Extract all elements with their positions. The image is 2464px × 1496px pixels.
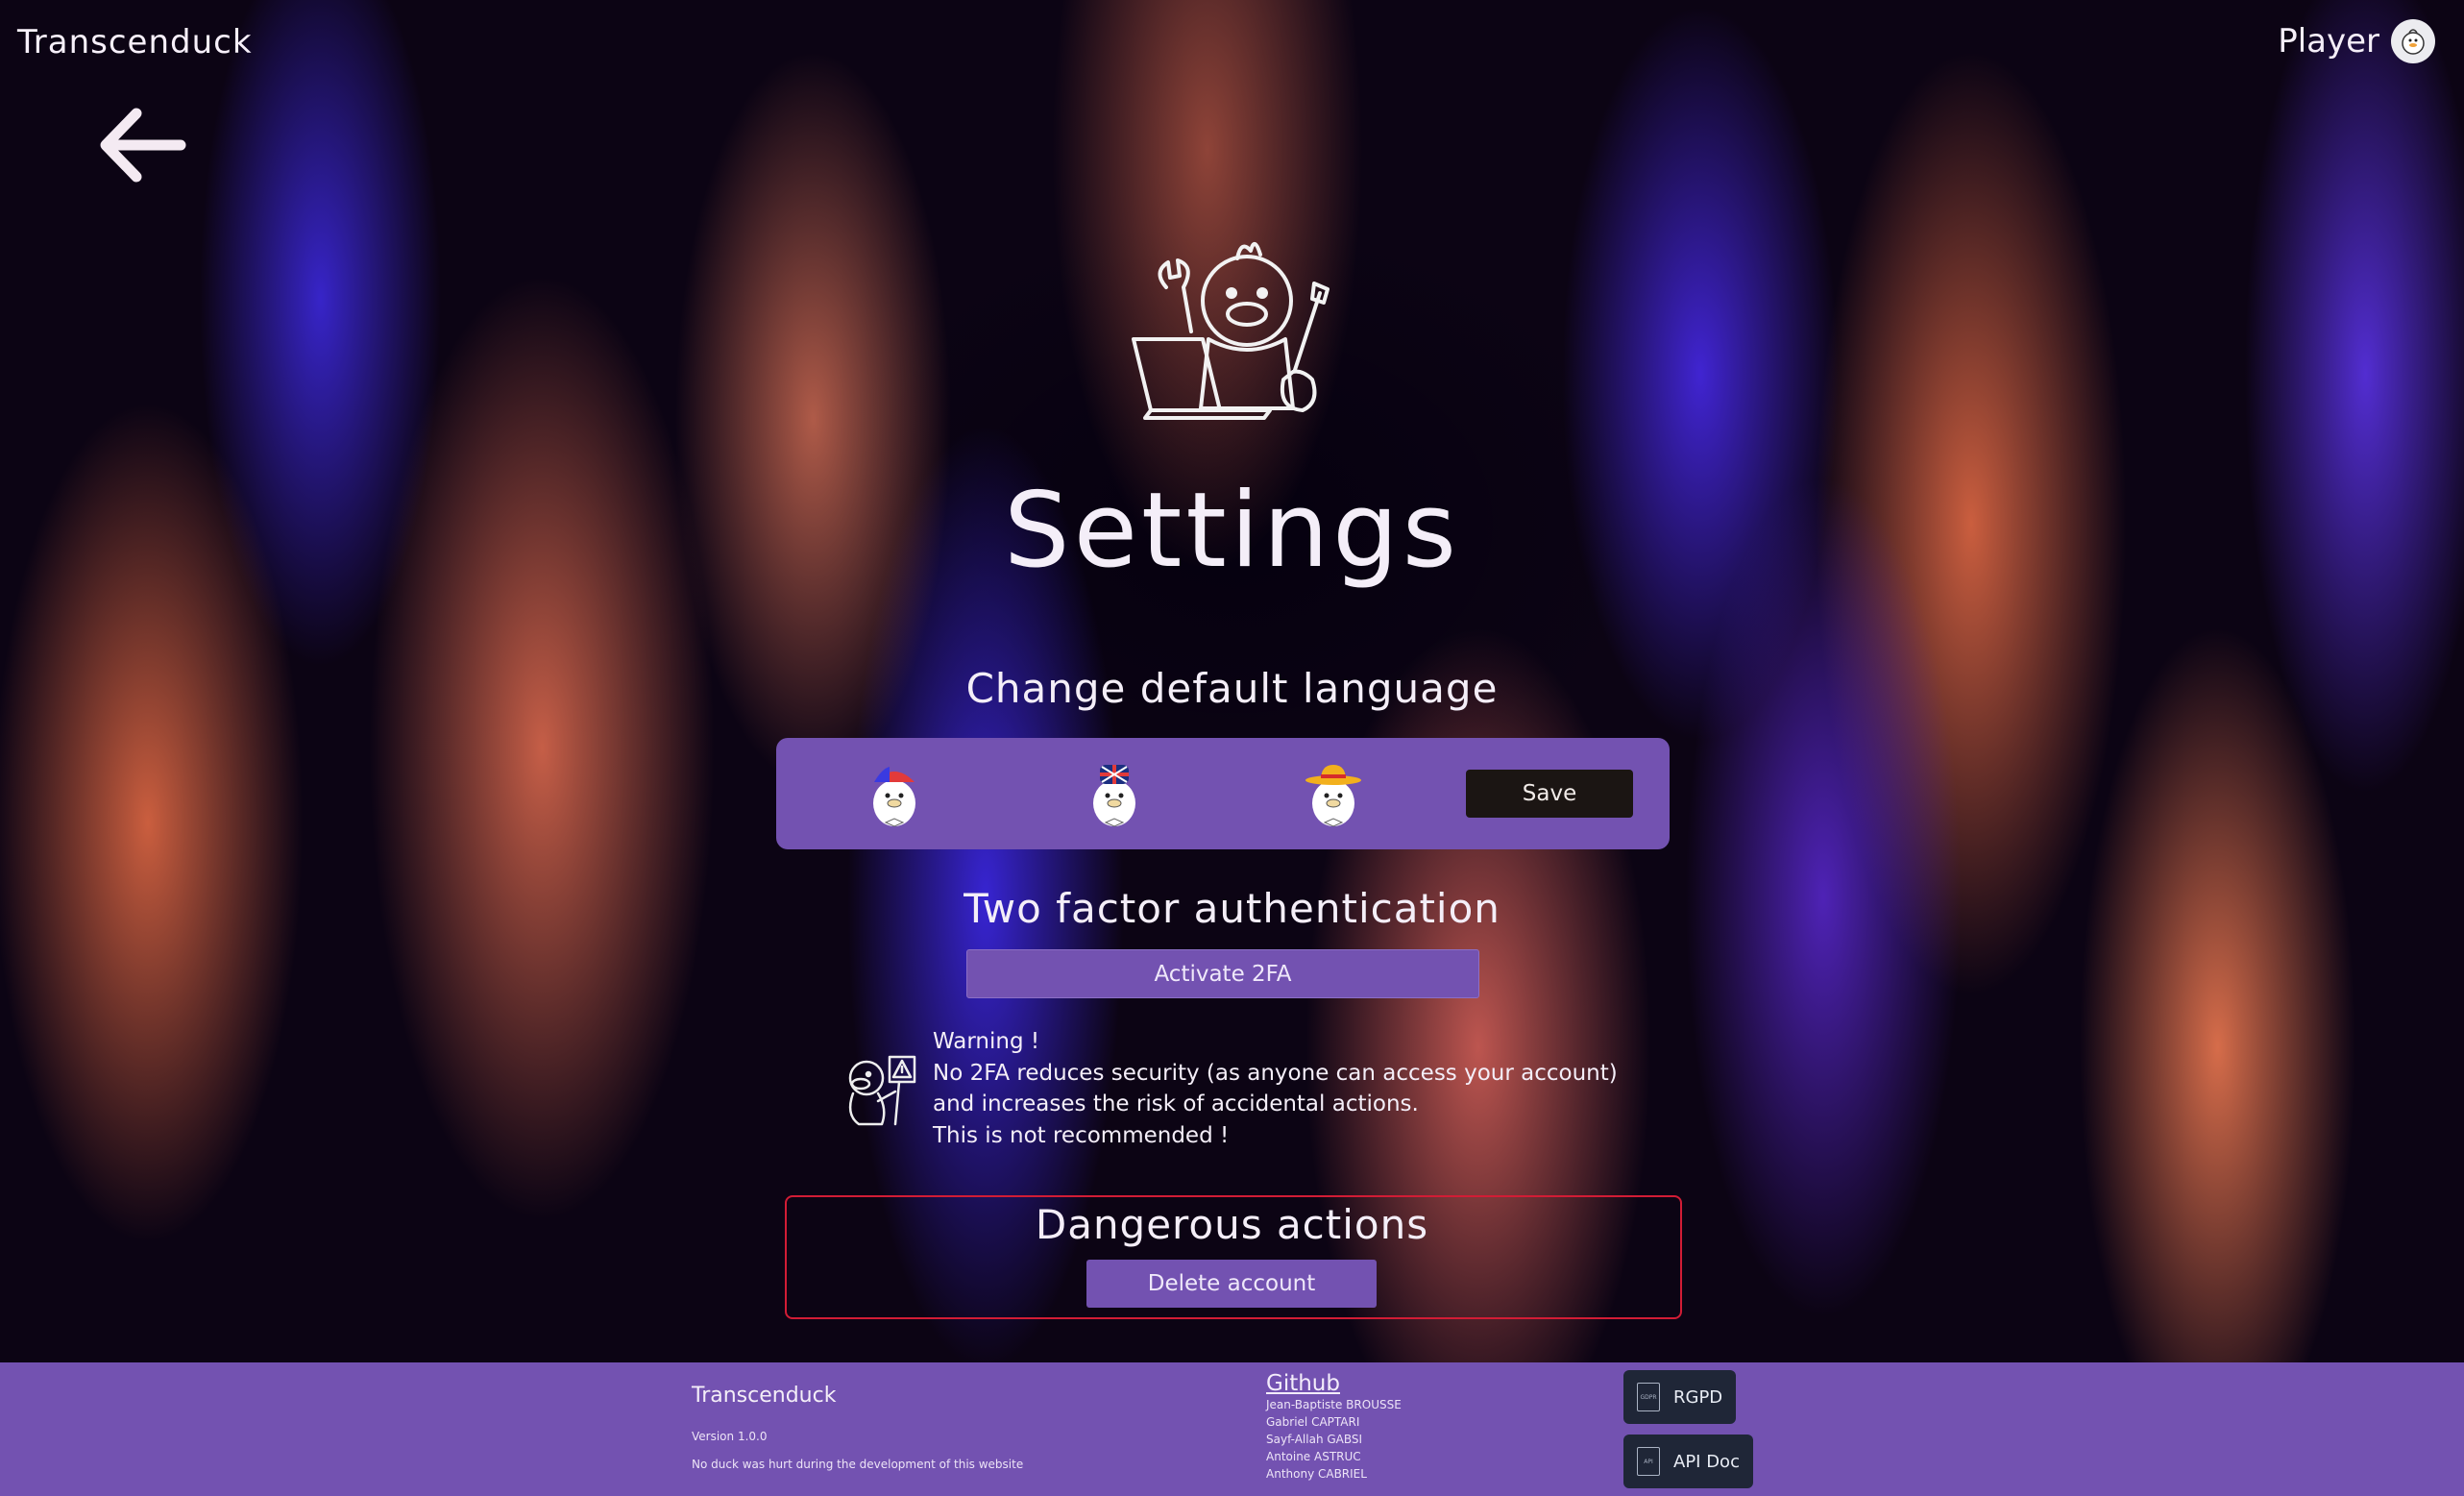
github-link[interactable]: Github [1266,1371,1340,1396]
contributor-name: Gabriel CAPTARI [1266,1415,1360,1429]
footer-version: Version 1.0.0 [692,1430,768,1443]
rgpd-label: RGPD [1673,1386,1723,1408]
app-brand[interactable]: Transcenduck [17,23,253,61]
arrow-left-icon[interactable] [96,104,188,186]
user-name: Player [2278,22,2379,61]
footer-brand: Transcenduck [692,1384,837,1408]
save-language-button[interactable]: Save [1466,770,1633,818]
api-doc-button[interactable]: API API Doc [1623,1435,1753,1488]
rgpd-button[interactable]: GDPR RGPD [1623,1370,1737,1424]
document-icon: API [1637,1447,1660,1476]
language-panel: Save [776,738,1670,849]
warning-line: and increases the risk of accidental act… [933,1091,1419,1116]
footer-tagline: No duck was hurt during the development … [692,1458,1024,1471]
contributor-name: Anthony CABRIEL [1266,1467,1367,1481]
contributor-name: Antoine ASTRUC [1266,1450,1361,1463]
contributor-name: Sayf-Allah GABSI [1266,1433,1363,1446]
footer: Transcenduck Version 1.0.0 No duck was h… [0,1362,2464,1496]
page-title: Settings [1004,471,1460,591]
api-doc-label: API Doc [1673,1451,1740,1472]
document-icon: GDPR [1637,1383,1660,1411]
user-menu[interactable]: Player [2278,19,2435,63]
language-heading: Change default language [965,665,1499,712]
contributor-name: Jean-Baptiste BROUSSE [1266,1398,1402,1411]
duck-avatar-icon[interactable] [2391,19,2435,63]
duck-uk-flag-icon[interactable] [1078,757,1151,830]
duck-warning-sign-icon [840,1047,918,1128]
duck-repair-laptop-icon [1124,226,1339,428]
twofa-heading: Two factor authentication [964,885,1500,932]
activate-2fa-button[interactable]: Activate 2FA [966,949,1479,998]
delete-account-button[interactable]: Delete account [1086,1260,1377,1308]
warning-line: No 2FA reduces security (as anyone can a… [933,1060,1618,1086]
duck-spanish-flag-icon[interactable] [1297,757,1370,830]
duck-french-flag-icon[interactable] [858,757,931,830]
danger-heading: Dangerous actions [1035,1201,1429,1248]
twofa-warning: Warning ! No 2FA reduces security (as an… [933,1026,1618,1151]
warning-line: This is not recommended ! [933,1122,1230,1148]
warning-line: Warning ! [933,1029,1040,1054]
